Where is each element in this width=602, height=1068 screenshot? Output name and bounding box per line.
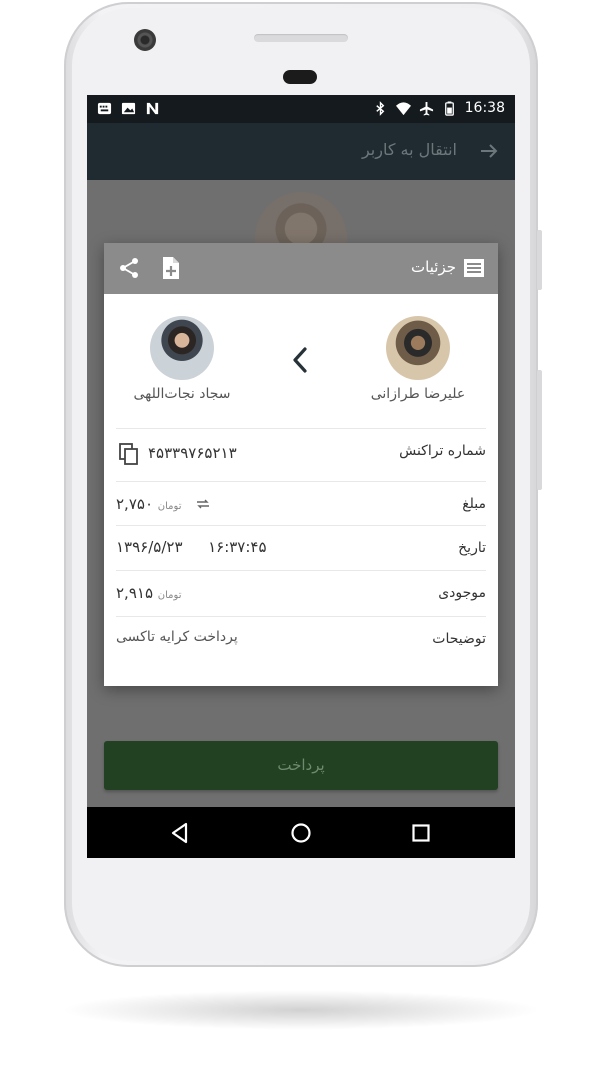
airplane-icon bbox=[419, 101, 433, 116]
sender-avatar bbox=[386, 316, 450, 380]
transaction-details-dialog: جزئیات سجاد نجات‌اللهی علیرضا طرازانی شم… bbox=[104, 243, 498, 686]
amount-label: مبلغ bbox=[462, 496, 486, 512]
balance-label: موجودی bbox=[438, 585, 486, 601]
bluetooth-icon bbox=[375, 100, 384, 116]
amount-value: ۲,۷۵۰ bbox=[116, 495, 153, 513]
keyboard-icon bbox=[97, 102, 112, 115]
copy-icon[interactable] bbox=[118, 442, 140, 466]
battery-icon bbox=[444, 100, 454, 116]
back-triangle-icon[interactable] bbox=[167, 820, 193, 846]
status-bar: 16:38 bbox=[87, 95, 515, 123]
status-time: 16:38 bbox=[464, 100, 505, 116]
image-icon bbox=[121, 102, 136, 115]
date-value: ۱۳۹۶/۵/۲۳ bbox=[116, 538, 183, 556]
n-app-icon bbox=[146, 102, 159, 115]
date-row: تاریخ ۱۳۹۶/۵/۲۳ ۱۶:۳۷:۴۵ bbox=[116, 525, 486, 571]
date-label: تاریخ bbox=[458, 540, 486, 556]
chevron-left-icon bbox=[293, 347, 307, 373]
screen: 16:38 انتقال به کاربر پرداخت جزئیات سجاد… bbox=[87, 95, 515, 858]
transfer-parties: سجاد نجات‌اللهی علیرضا طرازانی bbox=[104, 294, 498, 427]
navigation-bar bbox=[87, 807, 515, 858]
recents-square-icon[interactable] bbox=[408, 820, 434, 846]
earpiece-speaker bbox=[254, 34, 348, 42]
time-value: ۱۶:۳۷:۴۵ bbox=[208, 538, 267, 556]
proximity-sensor bbox=[283, 70, 317, 84]
balance-value: ۲,۹۱۵ bbox=[116, 584, 153, 602]
amount-value-group: تومان ۲,۷۵۰ bbox=[116, 495, 210, 513]
add-file-icon[interactable] bbox=[160, 256, 182, 280]
description-label: توضیحات bbox=[432, 631, 486, 647]
balance-value-group: تومان ۲,۹۱۵ bbox=[116, 584, 187, 602]
receiver-name: سجاد نجات‌اللهی bbox=[133, 386, 231, 402]
transaction-label: شماره تراکنش bbox=[399, 443, 486, 459]
amount-row: مبلغ تومان ۲,۷۵۰ bbox=[116, 481, 486, 526]
wifi-icon bbox=[395, 101, 411, 115]
home-circle-icon[interactable] bbox=[288, 820, 314, 846]
date-time-group: ۱۳۹۶/۵/۲۳ ۱۶:۳۷:۴۵ bbox=[116, 538, 267, 556]
arrow-right-icon[interactable] bbox=[477, 139, 501, 163]
transaction-row: شماره تراکنش ۴۵۳۳۹۷۶۵۲۱۳ bbox=[116, 428, 486, 482]
transaction-value: ۴۵۳۳۹۷۶۵۲۱۳ bbox=[148, 444, 237, 462]
receiver-avatar bbox=[150, 316, 214, 380]
share-icon[interactable] bbox=[118, 257, 140, 279]
exchange-icon bbox=[197, 499, 210, 509]
power-button bbox=[537, 370, 542, 490]
receipt-icon bbox=[464, 259, 484, 277]
app-bar: انتقال به کاربر bbox=[87, 123, 515, 180]
page-title: انتقال به کاربر bbox=[361, 140, 457, 159]
amount-unit: تومان bbox=[157, 501, 182, 512]
volume-button bbox=[537, 230, 542, 290]
dialog-title: جزئیات bbox=[411, 258, 456, 276]
sender-name: علیرضا طرازانی bbox=[370, 386, 466, 402]
phone-shadow bbox=[60, 990, 542, 1030]
balance-unit: تومان bbox=[157, 590, 182, 601]
pay-button[interactable]: پرداخت bbox=[104, 741, 498, 790]
description-value: پرداخت کرایه تاکسی bbox=[116, 629, 238, 645]
dialog-header: جزئیات bbox=[104, 243, 498, 294]
front-camera bbox=[134, 29, 156, 51]
description-row: توضیحات پرداخت کرایه تاکسی bbox=[116, 616, 486, 662]
balance-row: موجودی تومان ۲,۹۱۵ bbox=[116, 570, 486, 617]
